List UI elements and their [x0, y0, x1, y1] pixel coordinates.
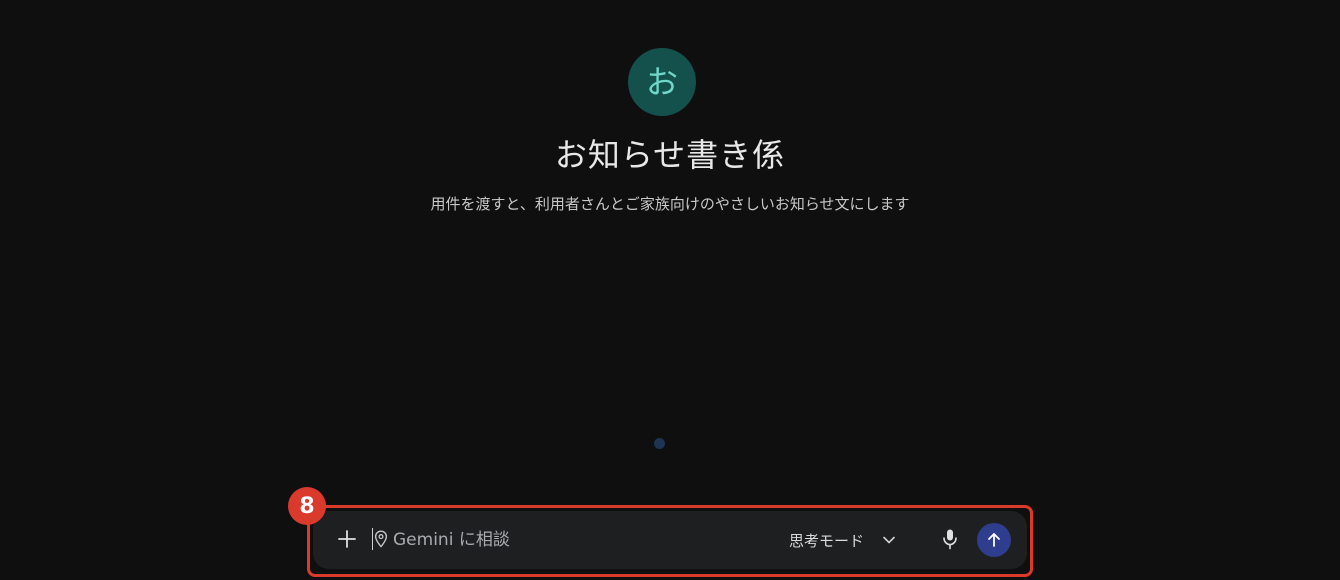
chevron-down-icon — [883, 536, 895, 544]
gem-avatar-letter: お — [645, 63, 678, 101]
gem-title: お知らせ書き係 — [554, 136, 786, 174]
gem-chat-page: お お知らせ書き係 用件を渡すと、利用者さんとご家族向けのやさしいお知らせ文にし… — [0, 0, 1340, 580]
microphone-icon — [943, 529, 957, 550]
send-button[interactable] — [977, 523, 1011, 557]
prompt-composer: 思考モード — [313, 511, 1027, 569]
thinking-mode-dropdown[interactable]: 思考モード — [789, 525, 896, 555]
mode-label: 思考モード — [789, 531, 865, 550]
voice-input-button[interactable] — [938, 526, 962, 552]
step-number-badge: 8 — [288, 487, 326, 525]
prompt-input[interactable] — [393, 525, 773, 555]
gem-avatar: お — [628, 48, 696, 116]
plus-icon — [338, 530, 356, 548]
gem-description: 用件を渡すと、利用者さんとご家族向けのやさしいお知らせ文にします — [430, 195, 910, 213]
text-cursor — [372, 528, 373, 550]
location-pin-icon — [374, 530, 388, 548]
add-attachment-button[interactable] — [335, 527, 359, 551]
arrow-up-icon — [988, 533, 1000, 547]
loading-indicator — [654, 438, 665, 449]
